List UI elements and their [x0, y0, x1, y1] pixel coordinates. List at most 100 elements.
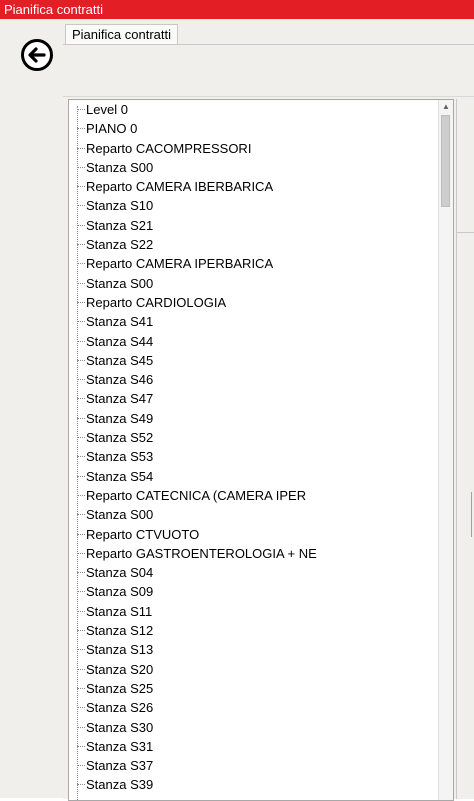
tree-connector-tick	[77, 726, 85, 728]
tree-connector-tick	[77, 359, 85, 361]
tree-item-label: Stanza S37	[86, 758, 154, 774]
tree-item[interactable]: Reparto CAMERA IPERBARICA	[69, 254, 439, 273]
scrollbar-thumb[interactable]	[441, 115, 450, 207]
tree-item-label: Stanza S00	[86, 507, 154, 523]
tree-connector-tick	[77, 649, 85, 651]
tree-connector-tick	[77, 166, 85, 168]
back-button[interactable]	[20, 38, 54, 72]
tree-item-label: Stanza S21	[86, 217, 154, 233]
tree-connector-tick	[77, 398, 85, 400]
tree-connector-tick	[77, 205, 85, 207]
tree-item[interactable]: Stanza S39	[69, 775, 439, 794]
vertical-scrollbar[interactable]: ▲	[438, 100, 453, 800]
tree-connector-tick	[77, 630, 85, 632]
tree-item-label: Stanza S00	[86, 159, 154, 175]
tree-item[interactable]: Stanza S12	[69, 621, 439, 640]
tree-item[interactable]: Stanza S00	[69, 158, 439, 177]
tree-view[interactable]: Level 0 PIANO 0 Reparto CACOMPRESSORI Stanz…	[68, 99, 454, 801]
tree-item[interactable]: Stanza S30	[69, 718, 439, 737]
tree-item-label: Level 0	[86, 102, 128, 117]
tree-item-label: Stanza S54	[86, 468, 154, 484]
splitter-handle[interactable]	[471, 492, 472, 537]
tree-connector-tick	[77, 224, 85, 226]
tree-item-label: Stanza S10	[86, 198, 154, 214]
tree-item[interactable]: Reparto CATECNICA (CAMERA IPER	[69, 486, 439, 505]
tree-item[interactable]: Stanza S47	[69, 389, 439, 408]
tree-item-label: Stanza S31	[86, 738, 154, 754]
tree-item-label: Stanza S22	[86, 237, 154, 253]
tree-item-label: Reparto GASTROENTEROLOGIA + NE	[86, 545, 317, 561]
tree-item[interactable]: Stanza S49	[69, 409, 439, 428]
tree-item-label: Stanza S46	[86, 372, 154, 388]
tree-connector-tick	[77, 456, 85, 458]
tree-item[interactable]: Reparto CACOMPRESSORI	[69, 139, 439, 158]
tree-connector-tick	[77, 128, 85, 130]
toolbar-area	[63, 45, 474, 97]
tree-connector-tick	[77, 687, 85, 689]
scroll-up-arrow-icon[interactable]: ▲	[439, 100, 453, 114]
tree-item-label: Reparto CTVUOTO	[86, 526, 200, 542]
tree-item-label: Stanza S00	[86, 275, 154, 291]
tree-item[interactable]: Reparto CAMERA IBERBARICA	[69, 177, 439, 196]
tree-item[interactable]: Stanza S04	[69, 563, 439, 582]
tree-item[interactable]: Stanza S20	[69, 660, 439, 679]
tree-connector-tick	[77, 572, 85, 574]
main-content: Pianifica contratti Level 0 PIANO 0 Repart…	[62, 19, 474, 801]
tab-pianifica-contratti[interactable]: Pianifica contratti	[65, 24, 178, 45]
tree-connector-tick	[77, 340, 85, 342]
tree-item-label: Reparto CACOMPRESSORI	[86, 140, 252, 156]
tree-item-label: Stanza S13	[86, 642, 154, 658]
tree-item[interactable]: Stanza S37	[69, 756, 439, 775]
tree-item[interactable]: Stanza S21	[69, 216, 439, 235]
tree-item[interactable]: Reparto GASTROENTEROLOGIA + NE	[69, 544, 439, 563]
tree-item[interactable]: Stanza S54	[69, 467, 439, 486]
tree-item[interactable]: Stanza S09	[69, 582, 439, 601]
tree-item[interactable]: Stanza S26	[69, 698, 439, 717]
tree-connector-tick	[77, 475, 85, 477]
side-panel-strip	[456, 99, 474, 799]
tree-item[interactable]: Level 0	[69, 100, 439, 119]
tree-item[interactable]: PIANO 0	[69, 119, 439, 138]
tree-item[interactable]: Stanza S46	[69, 370, 439, 389]
tree-connector-tick	[77, 745, 85, 747]
tree-connector-tick	[77, 263, 85, 265]
tree-item[interactable]: Stanza S00	[69, 274, 439, 293]
tree-item-label: Stanza S09	[86, 584, 154, 600]
tree-connector-tick	[77, 321, 85, 323]
tree-connector-tick	[77, 707, 85, 709]
tree-item[interactable]: Stanza S25	[69, 679, 439, 698]
tree-item[interactable]: Stanza S41	[69, 312, 439, 331]
tree-item[interactable]: Stanza S22	[69, 235, 439, 254]
tree-item-label: Stanza S52	[86, 430, 154, 446]
tree-rows: Level 0 PIANO 0 Reparto CACOMPRESSORI Stanz…	[69, 100, 439, 795]
tree-item[interactable]: Stanza S11	[69, 602, 439, 621]
tree-item-label: Stanza S49	[86, 410, 154, 426]
tree-connector-tick	[77, 514, 85, 516]
tree-item-label: Stanza S39	[86, 777, 154, 793]
tree-connector-tick	[77, 668, 85, 670]
tree-item-label: Reparto CATECNICA (CAMERA IPER	[86, 487, 307, 503]
tree-connector-tick	[77, 437, 85, 439]
tree-item[interactable]: Stanza S44	[69, 332, 439, 351]
tree-item[interactable]: Reparto CARDIOLOGIA	[69, 293, 439, 312]
tree-item-label: Stanza S04	[86, 565, 154, 581]
tree-item[interactable]: Stanza S10	[69, 196, 439, 215]
tree-connector-tick	[77, 533, 85, 535]
tree-item-label: Stanza S26	[86, 700, 154, 716]
tree-item[interactable]: Stanza S45	[69, 351, 439, 370]
tree-item-label: Stanza S41	[86, 314, 154, 330]
tree-connector-tick	[77, 282, 85, 284]
tree-item[interactable]: Reparto CTVUOTO	[69, 525, 439, 544]
tree-item[interactable]: Stanza S53	[69, 447, 439, 466]
tree-item-label: Stanza S12	[86, 623, 154, 639]
tree-item[interactable]: Stanza S00	[69, 505, 439, 524]
tree-item[interactable]: Stanza S13	[69, 640, 439, 659]
tree-item-label: Stanza S11	[86, 603, 153, 619]
tree-connector-tick	[77, 109, 85, 110]
tree-connector-tick	[77, 301, 85, 303]
tree-item-label: PIANO 0	[86, 121, 138, 137]
tree-item[interactable]: Stanza S52	[69, 428, 439, 447]
tree-item-label: Stanza S25	[86, 680, 154, 696]
tree-item[interactable]: Stanza S31	[69, 737, 439, 756]
tree-connector-tick	[77, 147, 85, 149]
